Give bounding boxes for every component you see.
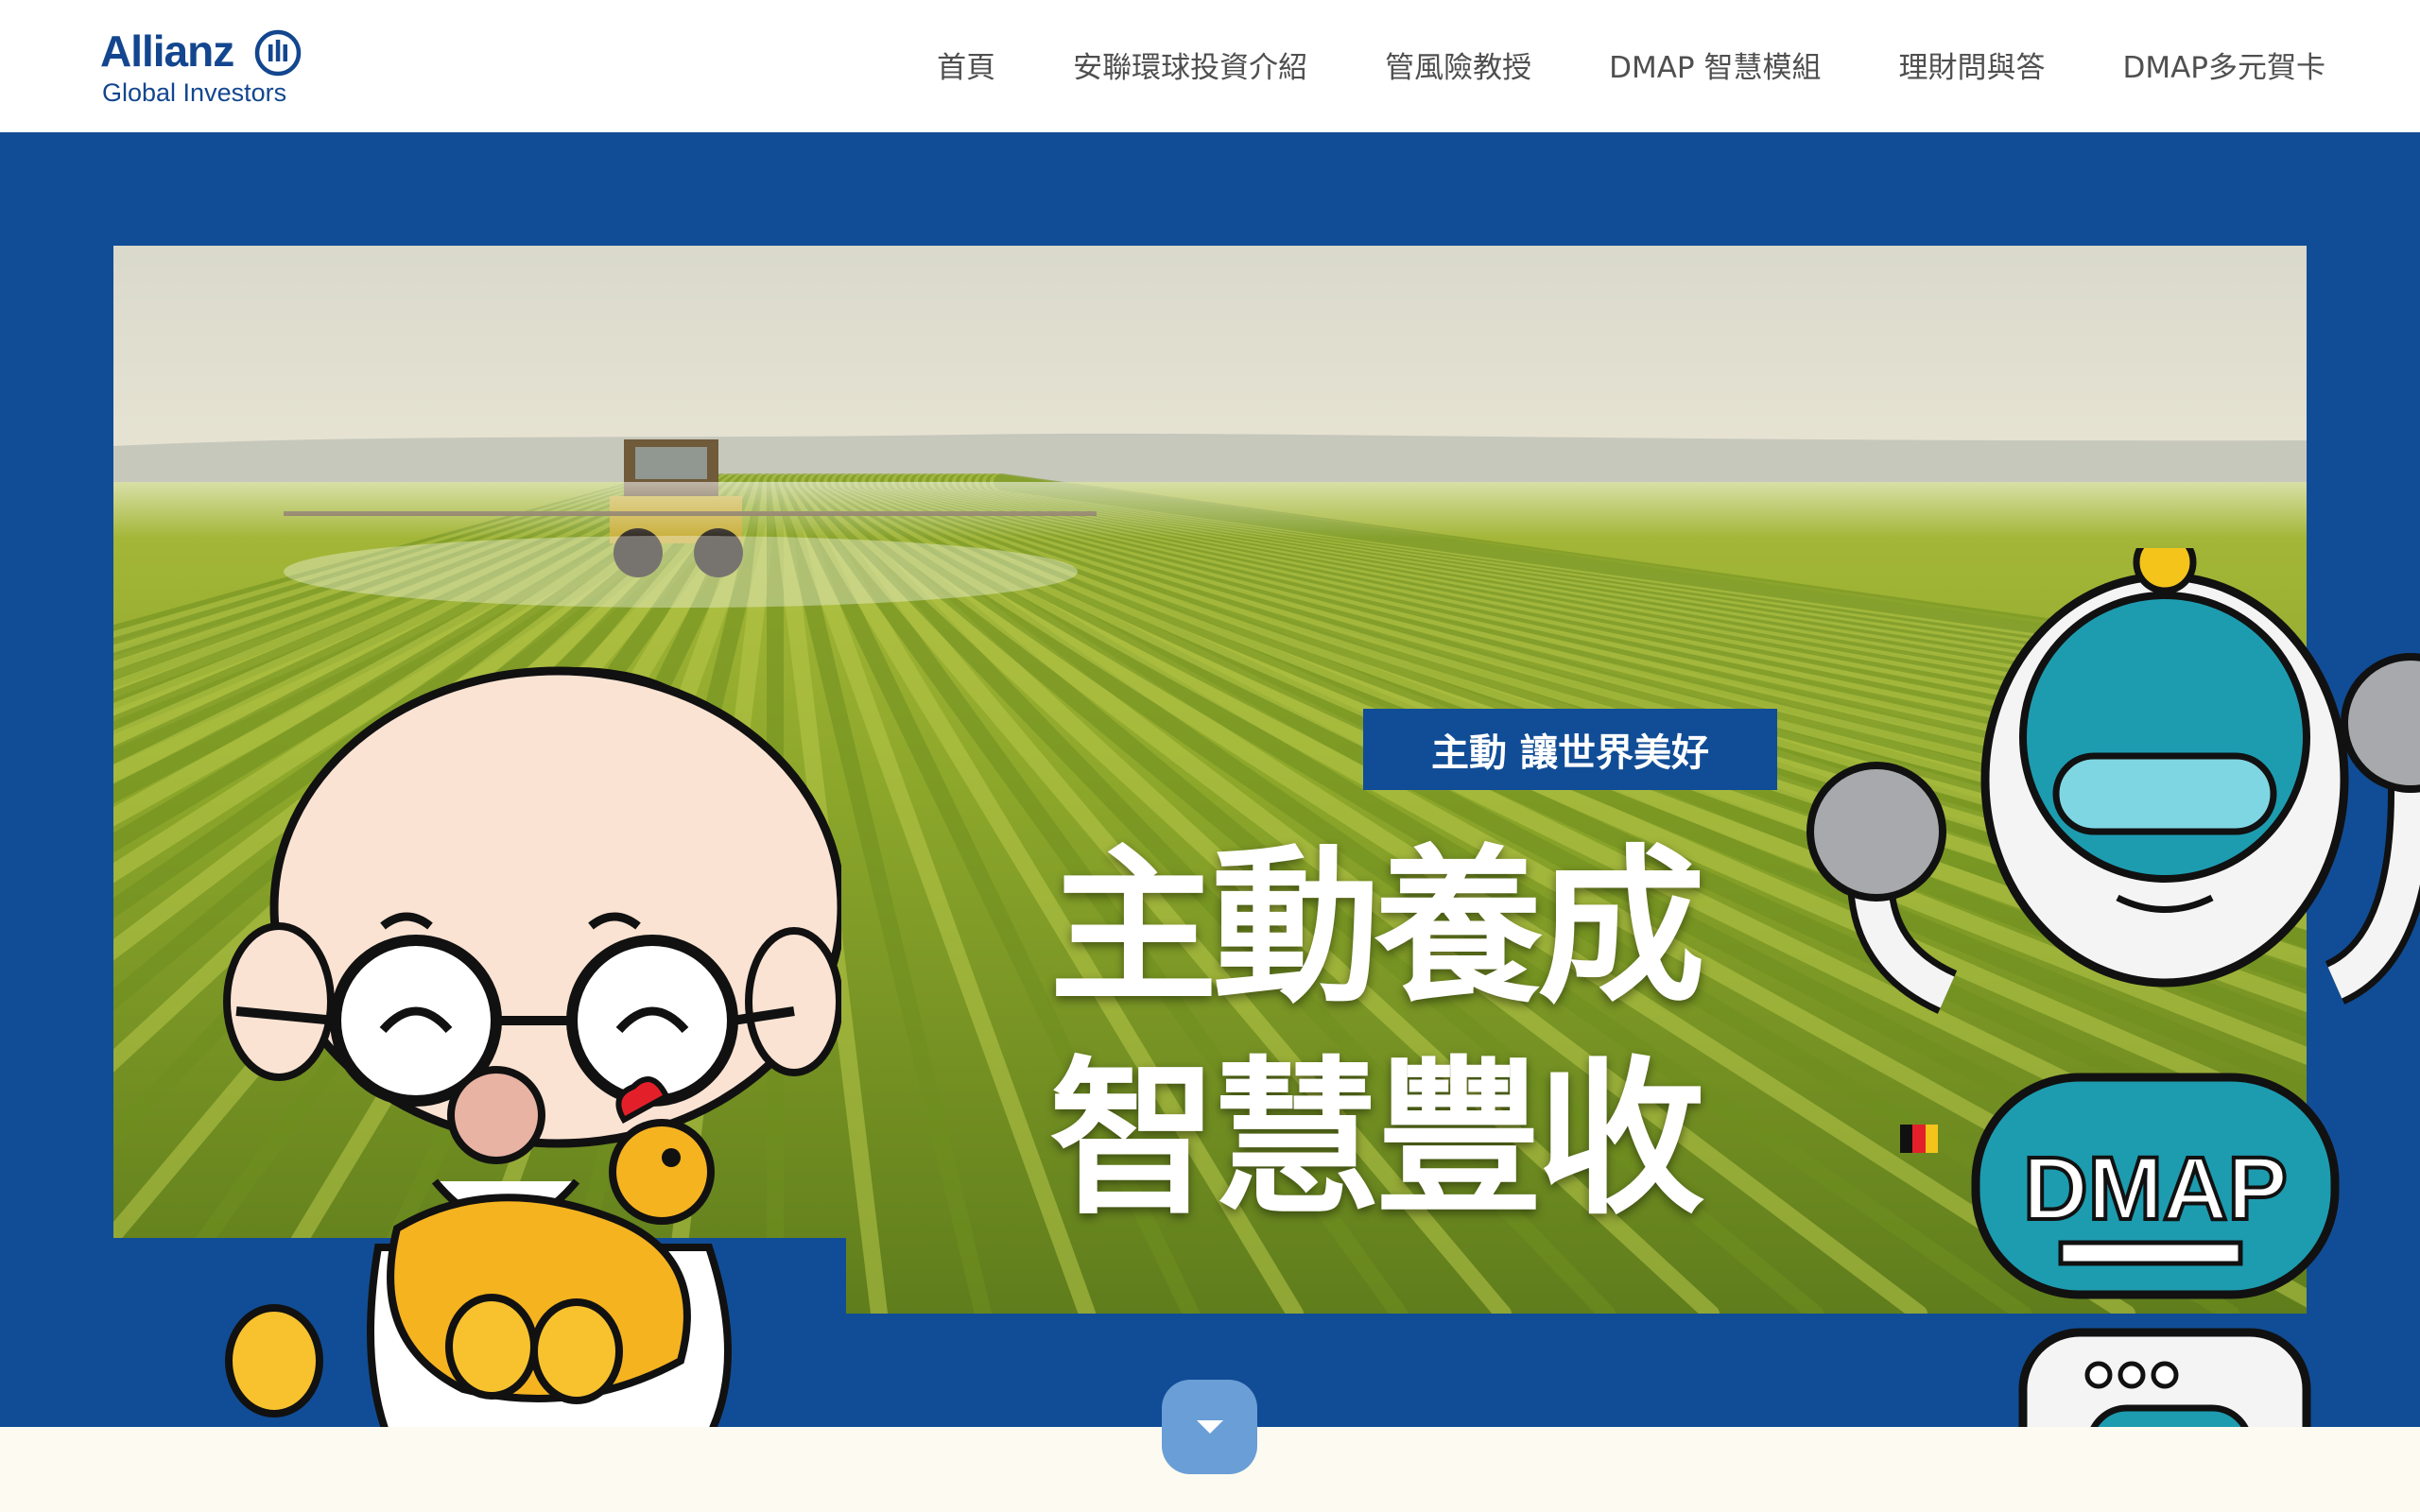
hero-headline: 主動養成 智慧豐收: [1049, 822, 1806, 1246]
headline-line-2: 智慧豐收: [1049, 1041, 1705, 1237]
professor-mascot-illustration: [223, 666, 841, 1427]
allianz-logo[interactable]: Allianz Global Investors: [100, 25, 327, 110]
robot-chest-label: DMAP: [2023, 1139, 2288, 1239]
dmap-robot-mascot-illustration: DMAP: [1806, 548, 2420, 1427]
tagline-badge: 主動 讓世界美好: [1363, 709, 1777, 790]
chevron-down-icon: [1196, 1420, 1223, 1434]
logo-subtitle: Global Investors: [102, 78, 287, 107]
scroll-down-button[interactable]: [1162, 1380, 1257, 1474]
nav-item-faq[interactable]: 理財問與答: [1898, 42, 2045, 94]
logo-brand-text: Allianz: [100, 26, 234, 76]
nav-item-professor[interactable]: 管風險教授: [1385, 42, 1531, 94]
nav-item-home[interactable]: 首頁: [937, 42, 995, 94]
headline-line-1: 主動養成: [1049, 830, 1705, 1025]
tagline-text: 主動 讓世界美好: [1431, 731, 1709, 775]
nav-item-dmap-module[interactable]: DMAP 智慧模組: [1609, 42, 1821, 94]
nav-item-cards[interactable]: DMAP多元賀卡: [2122, 42, 2325, 94]
main-nav: 首頁 安聯環球投資介紹 管風險教授 DMAP 智慧模組 理財問與答 DMAP多元…: [859, 42, 2325, 94]
hero-banner: 主動 讓世界美好 主動養成 智慧豐收 DMAP: [0, 132, 2420, 1427]
allianz-eagle-mark-icon: [254, 29, 302, 77]
nav-item-about[interactable]: 安聯環球投資介紹: [1073, 42, 1307, 94]
site-header: Allianz Global Investors 首頁 安聯環球投資介紹 管風險…: [0, 0, 2420, 132]
